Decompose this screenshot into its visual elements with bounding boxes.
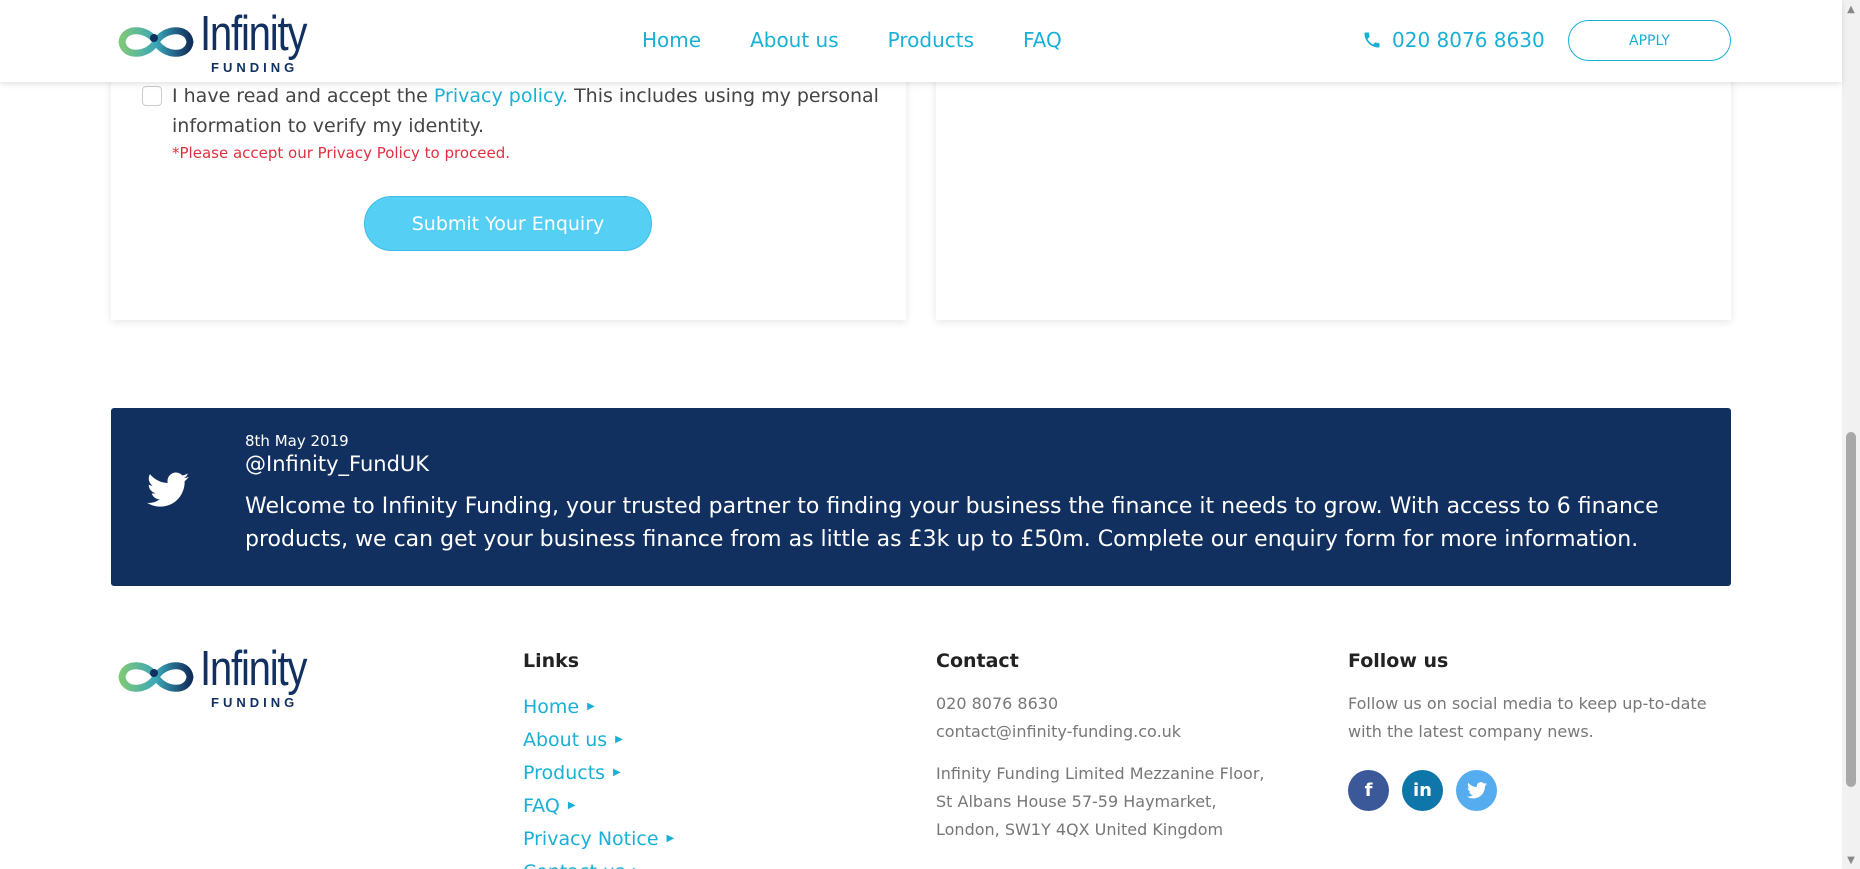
facebook-icon[interactable]: f <box>1348 770 1389 811</box>
logo-subtitle: FUNDING <box>211 695 299 710</box>
footer-link-label: Products <box>523 761 606 784</box>
infinity-logo-icon <box>118 662 194 692</box>
footer-contact-email[interactable]: contact@infinity-funding.co.uk <box>936 718 1276 746</box>
scroll-up-icon[interactable]: ▲ <box>1842 0 1860 18</box>
nav-products[interactable]: Products <box>888 28 974 52</box>
caret-right-icon: ▶ <box>587 701 595 712</box>
scroll-down-icon[interactable]: ▼ <box>1842 851 1860 869</box>
footer-links-column: Links Home ▶ About us ▶ Products ▶ FAQ ▶ Pri… <box>523 650 674 869</box>
nav-about-us[interactable]: About us <box>750 28 839 52</box>
caret-right-icon: ▶ <box>615 734 623 745</box>
caret-right-icon: ▶ <box>666 833 675 844</box>
footer-link-faq[interactable]: FAQ ▶ <box>523 789 674 822</box>
footer-links-title: Links <box>523 650 580 672</box>
footer-link-privacy-notice[interactable]: Privacy Notice ▶ <box>523 822 674 855</box>
footer-link-about-us[interactable]: About us ▶ <box>523 723 674 756</box>
footer-contact-phone[interactable]: 020 8076 8630 <box>936 690 1276 718</box>
infinity-logo-icon <box>118 27 194 57</box>
caret-right-icon: ▶ <box>613 767 621 778</box>
footer-follow-column: Follow us Follow us on social media to k… <box>1348 650 1708 811</box>
header-phone-number: 020 8076 8630 <box>1392 28 1545 52</box>
footer-link-label: Home <box>523 695 580 718</box>
apply-button[interactable]: APPLY <box>1568 20 1731 61</box>
footer-link-home[interactable]: Home ▶ <box>523 690 674 723</box>
footer-link-label: Privacy Notice <box>523 827 659 850</box>
tweet-handle[interactable]: @Infinity_FundUK <box>245 452 429 476</box>
site-header: Infinity FUNDING Home About us Products … <box>0 0 1842 82</box>
nav-faq[interactable]: FAQ <box>1023 28 1062 52</box>
footer-logo[interactable]: Infinity FUNDING <box>114 645 330 709</box>
social-links: f in <box>1348 770 1708 811</box>
phone-icon <box>1364 32 1380 48</box>
caret-right-icon: ▶ <box>567 800 576 811</box>
submit-enquiry-button[interactable]: Submit Your Enquiry <box>364 196 652 251</box>
main-nav: Home About us Products FAQ <box>642 28 1111 52</box>
footer-contact-address: Infinity Funding Limited Mezzanine Floor… <box>936 764 1265 839</box>
logo-subtitle: FUNDING <box>211 60 299 75</box>
footer-link-label: Contact us <box>523 861 625 869</box>
logo-wordmark: Infinity <box>200 7 308 61</box>
privacy-checkbox[interactable] <box>142 86 162 106</box>
footer-link-contact-us[interactable]: Contact us▶ <box>523 855 674 869</box>
privacy-consent-text: I have read and accept the Privacy polic… <box>172 81 892 141</box>
footer-follow-text: Follow us on social media to keep up-to-… <box>1348 694 1707 741</box>
twitter-icon[interactable] <box>1456 770 1497 811</box>
footer-link-products[interactable]: Products ▶ <box>523 756 674 789</box>
logo-wordmark: Infinity <box>200 642 308 696</box>
footer-follow-title: Follow us <box>1348 650 1449 672</box>
tweet-banner: 8th May 2019 @Infinity_FundUK Welcome to… <box>111 408 1731 586</box>
privacy-policy-link[interactable]: Privacy policy. <box>434 85 568 107</box>
header-phone[interactable]: 020 8076 8630 <box>1362 28 1545 52</box>
nav-home[interactable]: Home <box>642 28 701 52</box>
footer-link-label: About us <box>523 728 608 751</box>
linkedin-icon[interactable]: in <box>1402 770 1443 811</box>
scrollbar-thumb[interactable] <box>1846 432 1856 787</box>
tweet-text: Welcome to Infinity Funding, your truste… <box>245 494 1659 552</box>
privacy-error-message: *Please accept our Privacy Policy to pro… <box>172 144 510 162</box>
footer-contact-column: Contact 020 8076 8630 contact@infinity-f… <box>936 650 1276 844</box>
twitter-bird-icon <box>147 472 189 507</box>
page-scrollbar[interactable]: ▲ ▼ <box>1842 0 1860 869</box>
tweet-date: 8th May 2019 <box>245 432 349 450</box>
footer-contact-title: Contact <box>936 650 1019 672</box>
footer-link-label: FAQ <box>523 794 560 817</box>
header-logo[interactable]: Infinity FUNDING <box>114 10 330 74</box>
consent-prefix: I have read and accept the <box>172 85 434 107</box>
side-card <box>936 40 1731 320</box>
